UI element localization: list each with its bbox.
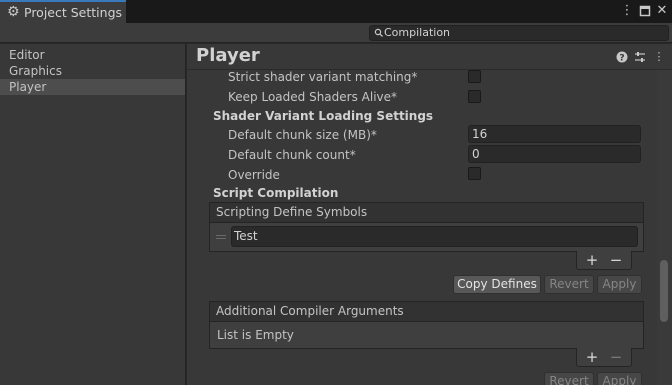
maximize-icon[interactable] [638,3,652,18]
apply-args-button[interactable]: Apply [597,372,642,385]
strict-shader-checkbox[interactable] [468,70,481,83]
define-symbols-footer: + − [576,251,632,270]
revert-args-button[interactable]: Revert [544,372,594,385]
scrollbar-thumb[interactable] [660,260,668,322]
define-symbol-field[interactable]: Test [231,226,638,247]
sidebar-item-editor[interactable]: Editor [0,47,185,63]
keep-loaded-label: Keep Loaded Shaders Alive* [228,90,398,104]
more-icon[interactable]: ⋮ [653,51,665,63]
search-icon [374,26,384,40]
sidebar-item-player[interactable]: Player [0,79,185,95]
gear-icon: ⚙ [7,4,20,20]
chunk-count-label: Default chunk count* [228,148,356,162]
remove-symbol-button[interactable]: − [607,251,625,269]
strict-shader-label: Strict shader variant matching* [228,70,418,84]
preset-icon[interactable] [634,51,646,63]
chunk-count-field[interactable]: 0 [468,145,641,163]
define-symbols-header: Scripting Define Symbols [209,202,644,223]
override-checkbox[interactable] [468,167,481,180]
sidebar-item-label: Player [9,80,47,94]
sidebar-item-label: Graphics [9,64,62,78]
remove-argument-button[interactable]: − [607,348,625,366]
revert-button[interactable]: Revert [544,275,594,294]
copy-defines-button[interactable]: Copy Defines [453,275,541,294]
chunk-size-label: Default chunk size (MB)* [228,128,377,142]
vertical-scrollbar[interactable] [657,70,672,385]
help-icon[interactable]: ? [616,51,628,63]
tab-title: Project Settings [24,5,123,20]
drag-handle-icon[interactable] [216,235,226,239]
compiler-args-header: Additional Compiler Arguments [209,301,644,322]
script-section-heading: Script Compilation [213,186,339,200]
define-symbols-list: Test [209,223,644,252]
settings-sidebar: Editor Graphics Player [0,44,186,385]
shader-section-heading: Shader Variant Loading Settings [213,109,434,123]
add-argument-button[interactable]: + [583,348,601,366]
close-icon[interactable]: ✕ [655,3,669,18]
sidebar-item-graphics[interactable]: Graphics [0,63,185,79]
empty-list-text: List is Empty [217,328,294,342]
player-settings-panel: Player ? ⋮ Strict shader variant matchin… [187,44,672,385]
search-text: Compilation [384,26,451,39]
override-label: Override [228,168,280,182]
search-input[interactable]: Compilation [369,25,669,41]
toolbar: Compilation [0,23,672,43]
page-title: Player [196,45,260,66]
add-symbol-button[interactable]: + [583,251,601,269]
title-bar: ⚙ Project Settings ⋮ ✕ [0,0,672,23]
chunk-size-field[interactable]: 16 [468,125,641,143]
project-settings-tab[interactable]: ⚙ Project Settings [0,0,126,23]
svg-text:?: ? [619,53,624,63]
apply-button[interactable]: Apply [597,275,642,294]
compiler-args-footer: + − [576,348,632,367]
kebab-menu-icon[interactable]: ⋮ [620,3,634,18]
compiler-args-list: List is Empty [209,322,644,349]
keep-loaded-checkbox[interactable] [468,90,481,103]
sidebar-item-label: Editor [9,48,45,62]
